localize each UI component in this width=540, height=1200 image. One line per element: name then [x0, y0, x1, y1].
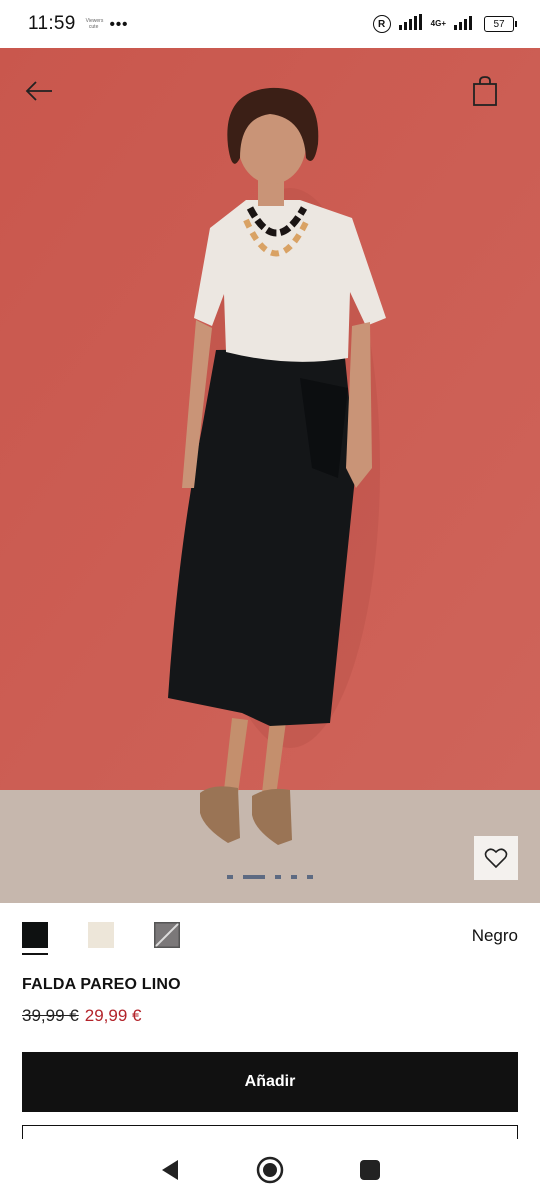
nav-back-button[interactable] [150, 1150, 190, 1190]
status-icons: R 4G+ 57 [372, 13, 517, 35]
split-swatch-icon [154, 922, 180, 948]
home-circle-icon [256, 1156, 284, 1184]
status-mini-text: Viewers cute [85, 18, 104, 30]
battery-level: 57 [493, 18, 505, 30]
pager-dot[interactable] [291, 875, 297, 879]
selected-color-name: Negro [471, 926, 518, 945]
color-swatches: Negro [22, 922, 518, 958]
battery-icon: 57 [484, 16, 517, 32]
status-time: 11:59 [28, 13, 76, 34]
square-recents-icon [360, 1160, 380, 1180]
swatch-cream[interactable] [88, 922, 114, 948]
price-block: 39,99 € 29,99 € [22, 1006, 141, 1026]
arrow-left-icon [25, 81, 52, 101]
registered-icon: R [372, 15, 391, 33]
pager-dot[interactable] [307, 875, 313, 879]
status-bar: 11:59 Viewers cute ••• R 4G+ 57 [0, 0, 540, 48]
secondary-button[interactable] [22, 1125, 518, 1139]
signal-icon [398, 13, 423, 35]
swatch-black[interactable] [22, 922, 48, 955]
wishlist-button[interactable] [474, 836, 518, 880]
add-to-cart-button[interactable]: Añadir [22, 1052, 518, 1112]
product-detail-page: 11:59 Viewers cute ••• R 4G+ 57 Negro FA… [0, 0, 540, 1200]
more-dots-icon: ••• [109, 15, 129, 33]
signal-icon-2 [454, 14, 476, 35]
cart-button[interactable] [470, 74, 500, 108]
shopping-bag-icon [473, 76, 497, 106]
nav-recents-button[interactable] [350, 1150, 390, 1190]
nav-home-button[interactable] [250, 1150, 290, 1190]
network-type: 4G+ [430, 19, 446, 28]
back-button[interactable] [22, 76, 56, 106]
product-photo [0, 48, 540, 903]
original-price: 39,99 € [22, 1006, 79, 1025]
heart-icon [484, 848, 508, 869]
gallery-pager [0, 875, 540, 879]
pager-dot-active[interactable] [243, 875, 265, 879]
pager-dot[interactable] [227, 875, 233, 879]
system-nav-bar [0, 1140, 540, 1200]
product-name: FALDA PAREO LINO [22, 976, 181, 993]
swatch-grey[interactable] [154, 922, 180, 948]
triangle-back-icon [162, 1160, 178, 1180]
product-image-gallery[interactable] [0, 48, 540, 903]
sale-price: 29,99 € [84, 1006, 142, 1025]
pager-dot[interactable] [275, 875, 281, 879]
